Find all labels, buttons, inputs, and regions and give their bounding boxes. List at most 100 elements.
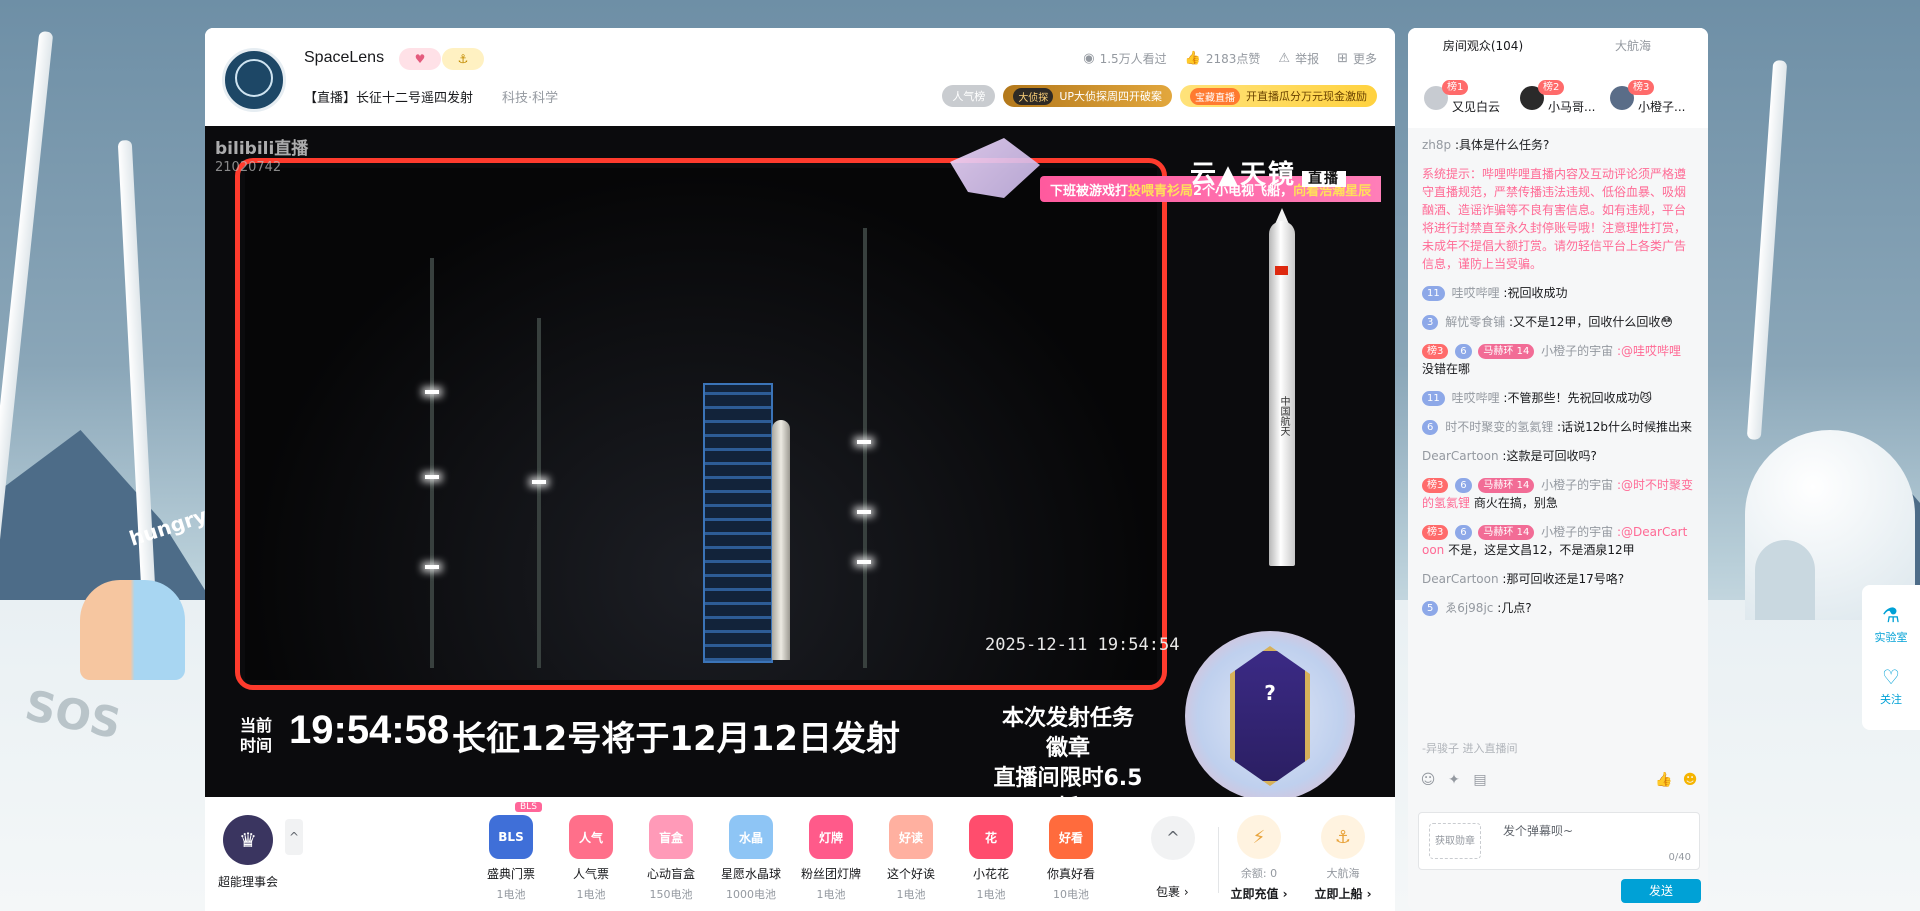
chat-user[interactable]: DearCartoon	[1422, 572, 1499, 586]
gift-item[interactable]: 花 小花花 1电池	[955, 815, 1027, 902]
danmaku-input[interactable]: 发个弹幕呗~	[1503, 822, 1573, 839]
rank-item[interactable]: 榜1 又见白云	[1424, 80, 1519, 114]
gift-price: 1电池	[496, 888, 526, 901]
gift-name: 人气票	[572, 867, 609, 881]
rank-name: 小橙子...	[1638, 100, 1686, 114]
list-item: 榜3 6 马赫环 14 小橙子的宇宙 :@时不时聚变的氢氦锂 商火在搞，别急	[1422, 476, 1694, 512]
gift-name: 盛典门票	[486, 867, 535, 881]
banner-highlight-1: 投喂青衫局	[1128, 183, 1194, 199]
rank-item[interactable]: 榜3 小橙子...	[1610, 80, 1705, 114]
popularity-rank-badge[interactable]: 人气榜	[942, 85, 996, 107]
chat-text: :祝回收成功	[1503, 286, 1568, 300]
char-counter: 0/40	[1668, 852, 1691, 863]
chat-user[interactable]: 时不时聚变的氢氦锂	[1445, 420, 1553, 434]
streamer-name[interactable]: SpaceLens	[304, 49, 384, 67]
anchor-icon: ⚓	[1321, 815, 1365, 859]
sticker-face-icon[interactable]: ☻	[1680, 772, 1700, 792]
chat-user[interactable]: 哇哎哔哩	[1452, 286, 1500, 300]
fan-level-badge: 6	[1455, 344, 1472, 359]
chat-user[interactable]: 哇哎哔哩	[1452, 391, 1500, 405]
streamer-avatar[interactable]	[222, 48, 286, 112]
up-detective-badge[interactable]: 大侦探 UP大侦探周四开破案	[1003, 85, 1172, 107]
like-hand-icon[interactable]: 👍	[1654, 772, 1674, 792]
chat-user[interactable]: 小橙子的宇宙	[1541, 344, 1613, 358]
gift-item[interactable]: 人气 人气票 1电池	[555, 815, 627, 902]
gift-item[interactable]: BLS 盛典门票 1电池	[475, 815, 547, 902]
report-button[interactable]: ⚠ 举报	[1278, 50, 1319, 67]
video-timestamp: 2025-12-11 19:54:54	[985, 635, 1180, 655]
recharge-area[interactable]: ⚡ 余额: 0 立即充值 ›	[1223, 815, 1295, 902]
send-button[interactable]: 发送	[1621, 879, 1701, 903]
more-label: 更多	[1352, 52, 1377, 66]
rank-item[interactable]: 榜2 小马哥...	[1520, 80, 1615, 114]
chat-user[interactable]: 小橙子的宇宙	[1541, 478, 1613, 492]
chat-user[interactable]: zh8p	[1422, 138, 1451, 152]
gift-name: 这个好诶	[886, 867, 935, 881]
danmaku-list[interactable]: zh8p :具体是什么任务? 系统提示：哔哩哔哩直播内容及互动评论须严格遵守直播…	[1408, 128, 1708, 748]
tab-captain[interactable]: 大航海	[1558, 28, 1708, 64]
chat-mention[interactable]: :@哇哎哔哩	[1617, 344, 1681, 358]
rocket-logo-icon	[235, 59, 273, 97]
entry-notice: -异骏子 进入直播间	[1422, 742, 1518, 755]
board-ship-link[interactable]: 立即上船 ›	[1307, 885, 1379, 902]
fan-level-badge: 6	[1455, 478, 1472, 493]
captain-area[interactable]: ⚓ 大航海 立即上船 ›	[1307, 815, 1379, 902]
chevron-up-icon[interactable]: ^	[285, 819, 303, 855]
live-video-player[interactable]: bilibili直播 21020742 2025-12-11 19:54:54 …	[205, 126, 1395, 797]
mission-medal-caption: 本次发射任务徽章 直播间限时6.5折	[993, 704, 1143, 797]
thumbs-up-icon: 👍	[1184, 51, 1201, 66]
gift-bar-divider	[1218, 827, 1219, 893]
viewer-count: ◉ 1.5万人看过	[1083, 50, 1166, 67]
chat-text: :几点?	[1497, 601, 1532, 615]
warning-icon: ⚠	[1278, 51, 1291, 66]
current-time-label-1: 当前	[240, 716, 273, 735]
fan-medal-badge: 马赫环 14	[1478, 525, 1535, 540]
lab-button[interactable]: ⚗ 实验室	[1862, 603, 1920, 645]
tab-audience[interactable]: 房间观众(104)	[1408, 28, 1558, 64]
chat-user[interactable]: 小橙子的宇宙	[1541, 525, 1613, 539]
treasure-live-badge[interactable]: 宝藏直播 开直播瓜分万元现金激励	[1180, 85, 1377, 107]
gift-item[interactable]: 好读 这个好诶 1电池	[875, 815, 947, 902]
package-chevron-up-icon[interactable]: ^	[1151, 816, 1195, 860]
package-button[interactable]: 包裹 ›	[1156, 883, 1189, 900]
heart-medal-icon[interactable]: ♥	[399, 48, 441, 70]
gift-item[interactable]: 盲盒 心动盲盒 150电池	[635, 815, 707, 902]
like-count[interactable]: 👍 2183点赞	[1185, 50, 1261, 67]
sparkle-icon[interactable]: ✦	[1444, 772, 1464, 792]
member-council-label[interactable]: 超能理事会	[218, 873, 278, 890]
template-icon[interactable]: ▤	[1470, 772, 1490, 792]
danmaku-input-box[interactable]: 获取勋章 发个弹幕呗~ 0/40	[1418, 812, 1700, 870]
current-time-value: 19:54:58	[289, 708, 450, 752]
gift-item[interactable]: 水晶 星愿水晶球 1000电池	[715, 815, 787, 902]
chat-text: :又不是12甲，回收什么回收😳	[1509, 315, 1673, 329]
chat-user[interactable]: ゑ6j98jc	[1445, 601, 1493, 615]
treasure-live-tag: 宝藏直播	[1190, 87, 1240, 105]
rank-badge: 榜3	[1422, 478, 1449, 493]
chat-user[interactable]: DearCartoon	[1422, 449, 1499, 463]
balance-label: 余额: 0	[1240, 867, 1278, 880]
list-item: 榜3 6 马赫环 14 小橙子的宇宙 :@DearCartoon 不是，这是文昌…	[1422, 523, 1694, 559]
room-category[interactable]: 科技·科学	[502, 87, 558, 106]
fan-level-badge: 11	[1422, 286, 1445, 301]
gift-item[interactable]: 好看 你真好看 10电池	[1035, 815, 1107, 902]
chat-text: :那可回收还是17号咯?	[1502, 572, 1625, 586]
emoji-icon[interactable]: ☺	[1418, 772, 1438, 792]
rank-name: 小马哥...	[1548, 100, 1596, 114]
get-medal-button[interactable]: 获取勋章	[1429, 823, 1481, 859]
igloo-door	[1755, 540, 1815, 620]
follow-button[interactable]: ♡ 关注	[1862, 665, 1920, 707]
chat-user[interactable]: 解忧零食铺	[1445, 315, 1505, 329]
crown-icon[interactable]: ♛	[223, 815, 273, 865]
chat-text: :话说12b什么时候推出来	[1557, 420, 1692, 434]
snow-girls-illustration	[80, 580, 185, 680]
mission-medal-emblem	[1230, 646, 1310, 786]
brand-live-box: 直播	[1302, 171, 1346, 187]
more-button[interactable]: ⊞ 更多	[1337, 50, 1377, 67]
recharge-link[interactable]: 立即充值 ›	[1223, 885, 1295, 902]
china-flag-icon	[1275, 266, 1288, 275]
anchor-medal-icon[interactable]: ⚓	[442, 48, 484, 70]
gift-name: 你真好看	[1046, 867, 1095, 881]
mission-medal-caption-1: 本次发射任务徽章	[1001, 706, 1134, 761]
gift-item[interactable]: 灯牌 粉丝团灯牌 1电池	[795, 815, 867, 902]
brand-name: 云▲天镜	[1190, 160, 1296, 190]
